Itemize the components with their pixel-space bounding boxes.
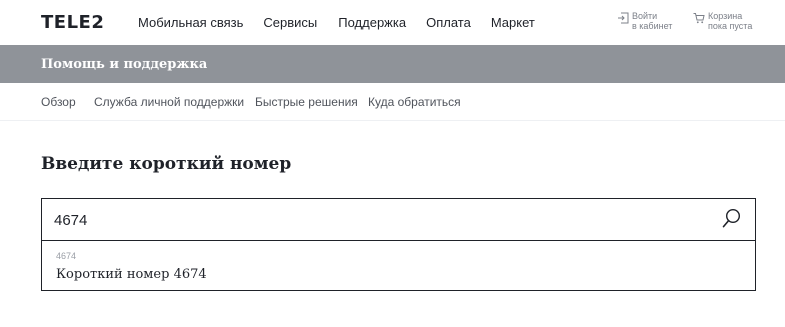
- sub-nav: Обзор Служба личной поддержки Быстрые ре…: [0, 83, 785, 121]
- login-line1: Войти: [632, 11, 658, 21]
- login-text: Войти в кабинет: [632, 11, 672, 31]
- main-nav: Мобильная связь Сервисы Поддержка Оплата…: [138, 15, 555, 31]
- cart-text: Корзина пока пуста: [708, 11, 752, 31]
- cart-line2: пока пуста: [708, 21, 753, 31]
- login-line2: в кабинет: [632, 21, 673, 31]
- cart-line1: Корзина: [708, 11, 743, 21]
- cart-icon: [693, 13, 705, 24]
- search-icon[interactable]: [722, 208, 742, 230]
- cart-link[interactable]: Корзина пока пуста: [693, 11, 752, 31]
- nav-item-payment[interactable]: Оплата: [426, 15, 471, 31]
- top-header: TELE2 Мобильная связь Сервисы Поддержка …: [0, 0, 785, 45]
- login-link[interactable]: Войти в кабинет: [617, 11, 672, 31]
- short-number-input[interactable]: [54, 209, 694, 231]
- suggestion-number: 4674: [56, 251, 77, 261]
- search-suggestion[interactable]: 4674 Короткий номер 4674: [41, 241, 756, 291]
- subnav-item-personal-support[interactable]: Служба личной поддержки: [94, 95, 244, 109]
- tele2-logo[interactable]: TELE2: [41, 12, 104, 34]
- suggestion-label: Короткий номер 4674: [56, 267, 207, 282]
- section-bar: Помощь и поддержка: [0, 45, 785, 83]
- short-number-search: [41, 198, 756, 241]
- nav-item-mobile[interactable]: Мобильная связь: [138, 15, 243, 31]
- subnav-item-where-to-apply[interactable]: Куда обратиться: [368, 95, 461, 109]
- subnav-item-overview[interactable]: Обзор: [41, 95, 76, 109]
- section-title[interactable]: Помощь и поддержка: [41, 57, 207, 73]
- login-icon: [618, 12, 629, 24]
- nav-item-services[interactable]: Сервисы: [263, 15, 317, 31]
- nav-item-market[interactable]: Маркет: [491, 15, 535, 31]
- nav-item-support[interactable]: Поддержка: [338, 15, 406, 31]
- page-title: Введите короткий номер: [41, 154, 292, 174]
- subnav-item-quick-solutions[interactable]: Быстрые решения: [255, 95, 358, 109]
